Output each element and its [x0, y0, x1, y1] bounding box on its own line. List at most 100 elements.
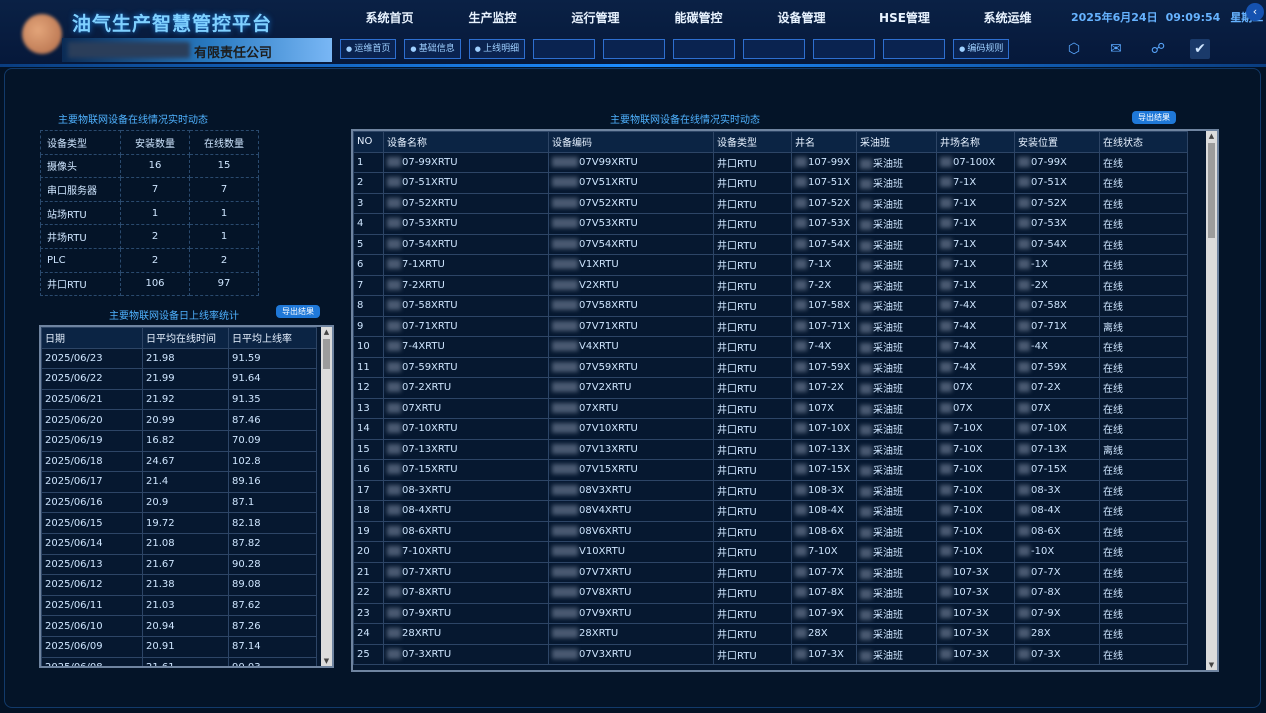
cell-text: 15: [357, 443, 370, 455]
nav-hse[interactable]: HSE管理: [853, 6, 956, 30]
device-row[interactable]: 20 7-10XRTU V10XRTU 井口RTU 7-10X 采油班 7-10X -10X 在…: [353, 541, 1188, 563]
redacted-prefix: [940, 259, 952, 270]
stats-row[interactable]: 2025/06/08 21.61 90.03: [41, 656, 317, 666]
subnav-online-detail[interactable]: 上线明细: [468, 39, 526, 59]
subnav-ops-home[interactable]: 运维首页: [340, 39, 397, 59]
device-row[interactable]: 16 07-15XRTU 07V15XRTU 井口RTU 107-15X 采油班 7-10X…: [353, 459, 1188, 481]
subnav-slot[interactable]: [533, 39, 596, 59]
redacted-prefix: [387, 361, 401, 372]
device-row[interactable]: 21 07-7XRTU 07V7XRTU 井口RTU 107-7X 采油班 107-3X 07…: [353, 561, 1188, 583]
nav-system-ops[interactable]: 系统运维: [956, 6, 1059, 30]
device-row[interactable]: 22 07-8XRTU 07V8XRTU 井口RTU 107-8X 采油班 107-3X 07…: [353, 582, 1188, 604]
subnav-slot[interactable]: [743, 39, 806, 59]
device-scrollbar[interactable]: ▲ ▼: [1206, 131, 1217, 670]
device-row[interactable]: 9 07-71XRTU 07V71XRTU 井口RTU 107-71X 采油班 7-4X 07…: [353, 315, 1188, 337]
device-row[interactable]: 17 08-3XRTU 08V3XRTU 井口RTU 108-3X 采油班 7-10X 08-…: [353, 479, 1188, 501]
subnav-slot[interactable]: [813, 39, 876, 59]
stats-row[interactable]: 2025/06/09 20.91 87.14: [41, 635, 317, 658]
device-export-button[interactable]: 导出结果: [1132, 111, 1176, 124]
cell: 7-4X: [936, 315, 1015, 337]
device-row[interactable]: 13 07XRTU 07XRTU 井口RTU 107X 采油班 07X 07X 在线: [353, 397, 1188, 419]
device-row[interactable]: 5 07-54XRTU 07V54XRTU 井口RTU 107-54X 采油班 7-1X 07…: [353, 233, 1188, 255]
device-row[interactable]: 25 07-3XRTU 07V3XRTU 井口RTU 107-3X 采油班 107-3X 07…: [353, 643, 1188, 665]
scroll-down-icon[interactable]: ▼: [1206, 660, 1217, 670]
cell: 7-1X: [936, 213, 1015, 235]
nav-home[interactable]: 系统首页: [338, 6, 441, 30]
company-name-redacted: [68, 42, 190, 58]
hexagon-icon[interactable]: ⬡: [1064, 39, 1084, 59]
cell-text: 7-4X: [953, 320, 977, 332]
cell: 采油班: [856, 582, 937, 604]
subnav-slot[interactable]: [883, 39, 946, 59]
cell-text: 07-71X: [1031, 320, 1067, 332]
device-row[interactable]: 6 7-1XRTU V1XRTU 井口RTU 7-1X 采油班 7-1X -1X 在线: [353, 254, 1188, 276]
scroll-down-icon[interactable]: ▼: [321, 656, 332, 666]
cell-text: 在线: [1103, 630, 1123, 642]
subnav-slot[interactable]: [603, 39, 666, 59]
stats-row[interactable]: 2025/06/18 24.67 102.8: [41, 450, 317, 473]
router-icon[interactable]: ☍: [1148, 39, 1168, 59]
device-row[interactable]: 15 07-13XRTU 07V13XRTU 井口RTU 107-13X 采油班 7-10X…: [353, 438, 1188, 460]
device-row[interactable]: 14 07-10XRTU 07V10XRTU 井口RTU 107-10X 采油班 7-10X…: [353, 418, 1188, 440]
stats-row[interactable]: 2025/06/14 21.08 87.82: [41, 532, 317, 555]
scroll-thumb[interactable]: [323, 339, 330, 369]
redacted-prefix: [552, 402, 578, 413]
device-row[interactable]: 4 07-53XRTU 07V53XRTU 井口RTU 107-53X 采油班 7-1X 07…: [353, 213, 1188, 235]
nav-equipment[interactable]: 设备管理: [750, 6, 853, 30]
stats-row[interactable]: 2025/06/10 20.94 87.26: [41, 615, 317, 637]
stats-scrollbar[interactable]: ▲ ▼: [321, 327, 332, 666]
stats-row[interactable]: 2025/06/13 21.67 90.28: [41, 553, 317, 576]
device-row[interactable]: 10 7-4XRTU V4XRTU 井口RTU 7-4X 采油班 7-4X -4X 在线: [353, 336, 1188, 358]
stats-row[interactable]: 2025/06/16 20.9 87.1: [41, 491, 317, 514]
mail-icon[interactable]: ✉: [1106, 39, 1126, 59]
device-header-cell: 设备类型: [713, 131, 792, 153]
device-table-title: 主要物联网设备在线情况实时动态: [610, 115, 760, 126]
cell: 采油班: [856, 377, 937, 399]
chevron-left-icon[interactable]: ‹: [1246, 3, 1264, 21]
device-row[interactable]: 1 07-99XRTU 07V99XRTU 井口RTU 107-99X 采油班 07-100…: [353, 151, 1188, 173]
nav-energy-carbon[interactable]: 能碳管控: [647, 6, 750, 30]
stats-row[interactable]: 2025/06/19 16.82 70.09: [41, 429, 317, 452]
stats-row[interactable]: 2025/06/17 21.4 89.16: [41, 471, 317, 493]
redacted-prefix: [1018, 443, 1030, 454]
stats-row[interactable]: 2025/06/22 21.99 91.64: [41, 368, 317, 390]
subnav-basic-info[interactable]: 基础信息: [404, 39, 461, 59]
stats-row[interactable]: 2025/06/11 21.03 87.62: [41, 594, 317, 617]
scroll-up-icon[interactable]: ▲: [1206, 131, 1217, 141]
nav-production-monitor[interactable]: 生产监控: [441, 6, 544, 30]
device-row[interactable]: 24 28XRTU 28XRTU 井口RTU 28X 采油班 107-3X 28X 在线: [353, 623, 1188, 645]
stats-row[interactable]: 2025/06/23 21.98 91.59: [41, 347, 317, 370]
cell: 07V54XRTU: [548, 233, 714, 255]
device-row[interactable]: 23 07-9XRTU 07V9XRTU 井口RTU 107-9X 采油班 107-3X 07…: [353, 602, 1188, 624]
device-row[interactable]: 3 07-52XRTU 07V52XRTU 井口RTU 107-52X 采油班 7-1X 07…: [353, 192, 1188, 214]
device-row[interactable]: 2 07-51XRTU 07V51XRTU 井口RTU 107-51X 采油班 7-1X 07…: [353, 172, 1188, 194]
device-row[interactable]: 7 7-2XRTU V2XRTU 井口RTU 7-2X 采油班 7-1X -2X 在线: [353, 274, 1188, 296]
stats-row[interactable]: 2025/06/21 21.92 91.35: [41, 388, 317, 411]
cell: 采油班: [856, 397, 937, 419]
nav-operation[interactable]: 运行管理: [544, 6, 647, 30]
stats-row[interactable]: 2025/06/12 21.38 89.08: [41, 574, 317, 596]
device-row[interactable]: 19 08-6XRTU 08V6XRTU 井口RTU 108-6X 采油班 7-10X 08-…: [353, 520, 1188, 542]
cell: 7-4X: [936, 295, 1015, 317]
scroll-up-icon[interactable]: ▲: [321, 327, 332, 337]
scroll-thumb[interactable]: [1208, 143, 1215, 238]
cell: 08-6XRTU: [383, 520, 549, 542]
device-row[interactable]: 11 07-59XRTU 07V59XRTU 井口RTU 107-59X 采油班 7-4X 0…: [353, 356, 1188, 378]
subnav-coding-rules[interactable]: 编码规则: [953, 39, 1010, 59]
stats-export-button[interactable]: 导出结果: [276, 305, 320, 318]
redacted-prefix: [1018, 238, 1030, 249]
subnav-slot[interactable]: [673, 39, 736, 59]
main-nav: 系统首页 生产监控 运行管理 能碳管控 设备管理 HSE管理 系统运维: [338, 6, 1059, 30]
stats-row[interactable]: 2025/06/20 20.99 87.46: [41, 409, 317, 431]
device-row[interactable]: 18 08-4XRTU 08V4XRTU 井口RTU 108-4X 采油班 7-10X 08-…: [353, 500, 1188, 522]
redacted-prefix: [860, 384, 872, 395]
device-header-cell: 设备编码: [548, 131, 714, 153]
cell: 07V13XRTU: [548, 438, 714, 460]
cell: 7-4XRTU: [383, 336, 549, 358]
device-row[interactable]: 12 07-2XRTU 07V2XRTU 井口RTU 107-2X 采油班 07X 07-2X…: [353, 377, 1188, 399]
check-icon[interactable]: ✔: [1190, 39, 1210, 59]
redacted-prefix: [940, 546, 952, 557]
redacted-prefix: [387, 238, 401, 249]
device-row[interactable]: 8 07-58XRTU 07V58XRTU 井口RTU 107-58X 采油班 7-4X 07…: [353, 295, 1188, 317]
stats-row[interactable]: 2025/06/15 19.72 82.18: [41, 512, 317, 534]
